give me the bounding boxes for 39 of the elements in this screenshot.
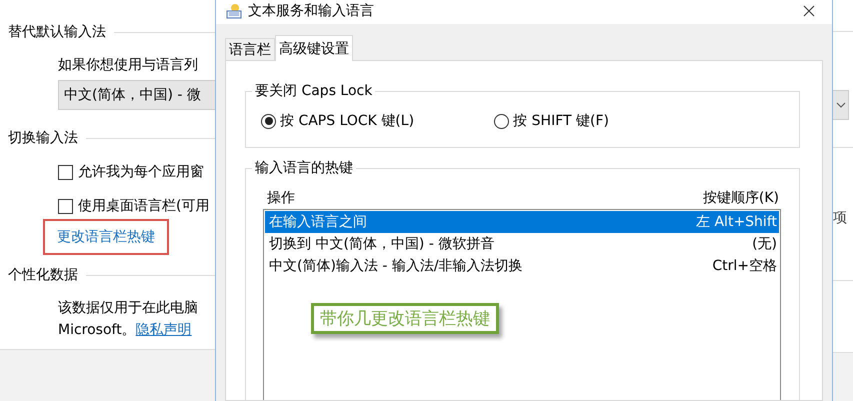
column-header: 按键顺序(K) [702, 189, 779, 208]
hotkey-row[interactable]: 中文(简体)输入法 - 输入法/非输入法切换 Ctrl+空格 [265, 255, 779, 277]
checkbox[interactable] [58, 198, 73, 214]
input-method-dropdown[interactable]: 中文(简体，中国) - 微 [58, 80, 215, 110]
option-text: 项 [833, 209, 848, 228]
radio-button[interactable] [261, 114, 276, 128]
radio-label: 按 CAPS LOCK 键(L) [280, 112, 414, 130]
action-text: 在输入语言之间 [269, 213, 367, 232]
keyboard-icon [226, 3, 242, 19]
action-text: 切换到 中文(简体，中国) - 微软拼音 [269, 235, 494, 254]
checkbox[interactable] [58, 164, 73, 180]
section-heading: 切换输入法 [8, 129, 78, 147]
description-text: 如果你想使用与语言列 [58, 56, 199, 75]
radio-label: 按 SHIFT 键(F) [513, 112, 609, 130]
caption-note: 带你几更改语言栏热键 [311, 303, 499, 334]
close-icon[interactable] [803, 5, 815, 17]
company-text: Microsoft。 [58, 321, 136, 340]
dropdown-tail[interactable] [833, 90, 849, 120]
tab[interactable]: 高级键设置 [275, 35, 353, 61]
hotkey-link[interactable]: 更改语言栏热键 [57, 226, 155, 248]
window-title: 文本服务和输入语言 [248, 2, 375, 20]
radio-button[interactable] [494, 114, 510, 128]
group-title: 输入语言的热键 [252, 159, 356, 177]
action-text: 中文(简体)输入法 - 输入法/非输入法切换 [269, 257, 523, 276]
checkbox-label: 使用桌面语言栏(可用 [78, 197, 210, 215]
hotkey-row[interactable]: 切换到 中文(简体，中国) - 微软拼音 (无) [265, 233, 779, 255]
section-heading: 个性化数据 [8, 266, 78, 284]
key-sequence-text: (无) [752, 235, 777, 254]
group-title: 要关闭 Caps Lock [252, 82, 376, 100]
checkbox-label: 允许我为每个应用窗 [78, 163, 204, 181]
hotkey-row[interactable]: 在输入语言之间 左 Alt+Shift [265, 211, 779, 233]
column-header: 操作 [267, 189, 295, 208]
chevron-icon [836, 102, 846, 108]
tab[interactable]: 语言栏 [225, 38, 275, 60]
privacy-text: 该数据仅用于在此电脑 [58, 299, 199, 318]
section-heading: 替代默认输入法 [8, 23, 106, 41]
key-sequence-text: 左 Alt+Shift [696, 213, 777, 232]
key-sequence-text: Ctrl+空格 [712, 257, 777, 276]
privacy-link[interactable]: 隐私声明 [136, 319, 192, 341]
